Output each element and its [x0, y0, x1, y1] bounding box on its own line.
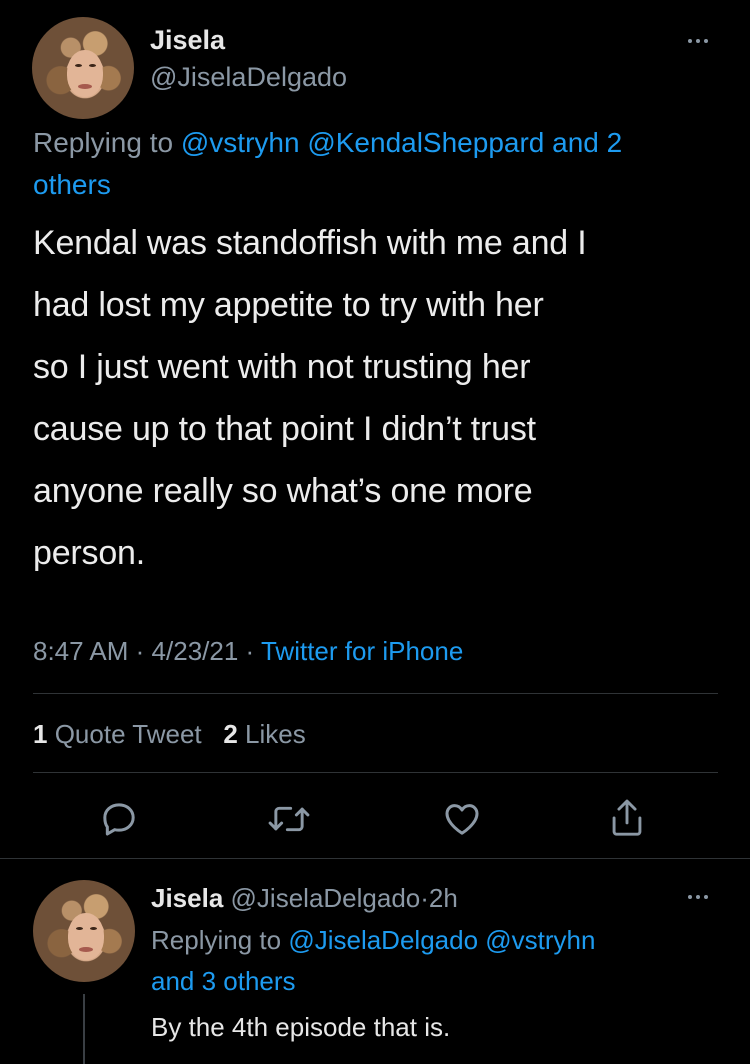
like-count: 2 — [223, 719, 238, 749]
tweet-text-line: anyone really so what’s one more — [33, 472, 533, 510]
reply-tweet-text: By the 4th episode that is. — [151, 1012, 451, 1042]
tweet-text-line: Kendal was standoffish with me and I — [33, 224, 587, 262]
divider — [33, 693, 718, 694]
reply-icon[interactable] — [99, 799, 139, 839]
reply-header: Jisela @JiselaDelgado·2h — [151, 880, 458, 916]
tweet-time[interactable]: 8:47 AM — [33, 636, 128, 666]
display-name[interactable]: Jisela — [150, 25, 225, 56]
tweet-text: Kendal was standoffish with me and I had… — [33, 212, 723, 584]
avatar-face — [66, 49, 104, 97]
tweet-stats: 1 Quote Tweet 2 Likes — [33, 719, 306, 750]
replying-prefix: Replying to — [151, 925, 282, 955]
quote-count: 1 — [33, 719, 48, 749]
replying-others[interactable]: others — [33, 169, 111, 200]
tweet-text-line: had lost my appetite to try with her — [33, 286, 544, 324]
replying-mentions[interactable]: @vstryhn @KendalSheppard and 2 — [181, 127, 622, 158]
more-options-icon[interactable] — [688, 39, 708, 43]
divider — [33, 772, 718, 773]
quote-tweet-stat[interactable]: 1 Quote Tweet — [33, 719, 202, 749]
replying-prefix: Replying to — [33, 127, 174, 158]
replying-to: Replying to @JiselaDelgado @vstryhn and … — [151, 920, 711, 1002]
tweet-age[interactable]: 2h — [429, 883, 458, 913]
avatar-eye-left — [74, 63, 82, 67]
likes-stat[interactable]: 2 Likes — [223, 719, 305, 749]
tweet-meta: 8:47 AM · 4/23/21 · Twitter for iPhone — [33, 636, 463, 667]
avatar[interactable] — [32, 17, 134, 119]
thread-line — [83, 994, 85, 1064]
retweet-icon[interactable] — [266, 799, 312, 839]
user-handle[interactable]: @JiselaDelgado — [231, 883, 421, 913]
meta-separator: · — [420, 883, 429, 913]
quote-label: Quote Tweet — [54, 719, 202, 749]
meta-separator: · — [245, 636, 255, 666]
tweet-text-line: so I just went with not trusting her — [33, 348, 531, 386]
avatar-face — [67, 912, 105, 960]
user-handle[interactable]: @JiselaDelgado — [150, 62, 347, 93]
tweet-date[interactable]: 4/23/21 — [152, 636, 239, 666]
tweet-text-line: cause up to that point I didn’t trust — [33, 410, 536, 448]
avatar-eye-left — [75, 926, 83, 930]
display-name[interactable]: Jisela — [151, 883, 223, 913]
replying-others[interactable]: and 3 others — [151, 966, 296, 996]
likes-label: Likes — [245, 719, 306, 749]
share-icon[interactable] — [607, 797, 647, 839]
divider — [0, 858, 750, 859]
meta-separator: · — [135, 636, 145, 666]
avatar[interactable] — [33, 880, 135, 982]
tweet-text-line: person. — [33, 534, 146, 572]
more-options-icon[interactable] — [688, 895, 708, 899]
replying-mentions[interactable]: @JiselaDelgado @vstryhn — [288, 925, 595, 955]
tweet-source[interactable]: Twitter for iPhone — [261, 636, 463, 666]
like-icon[interactable] — [441, 799, 483, 839]
replying-to: Replying to @vstryhn @KendalSheppard and… — [33, 122, 713, 206]
